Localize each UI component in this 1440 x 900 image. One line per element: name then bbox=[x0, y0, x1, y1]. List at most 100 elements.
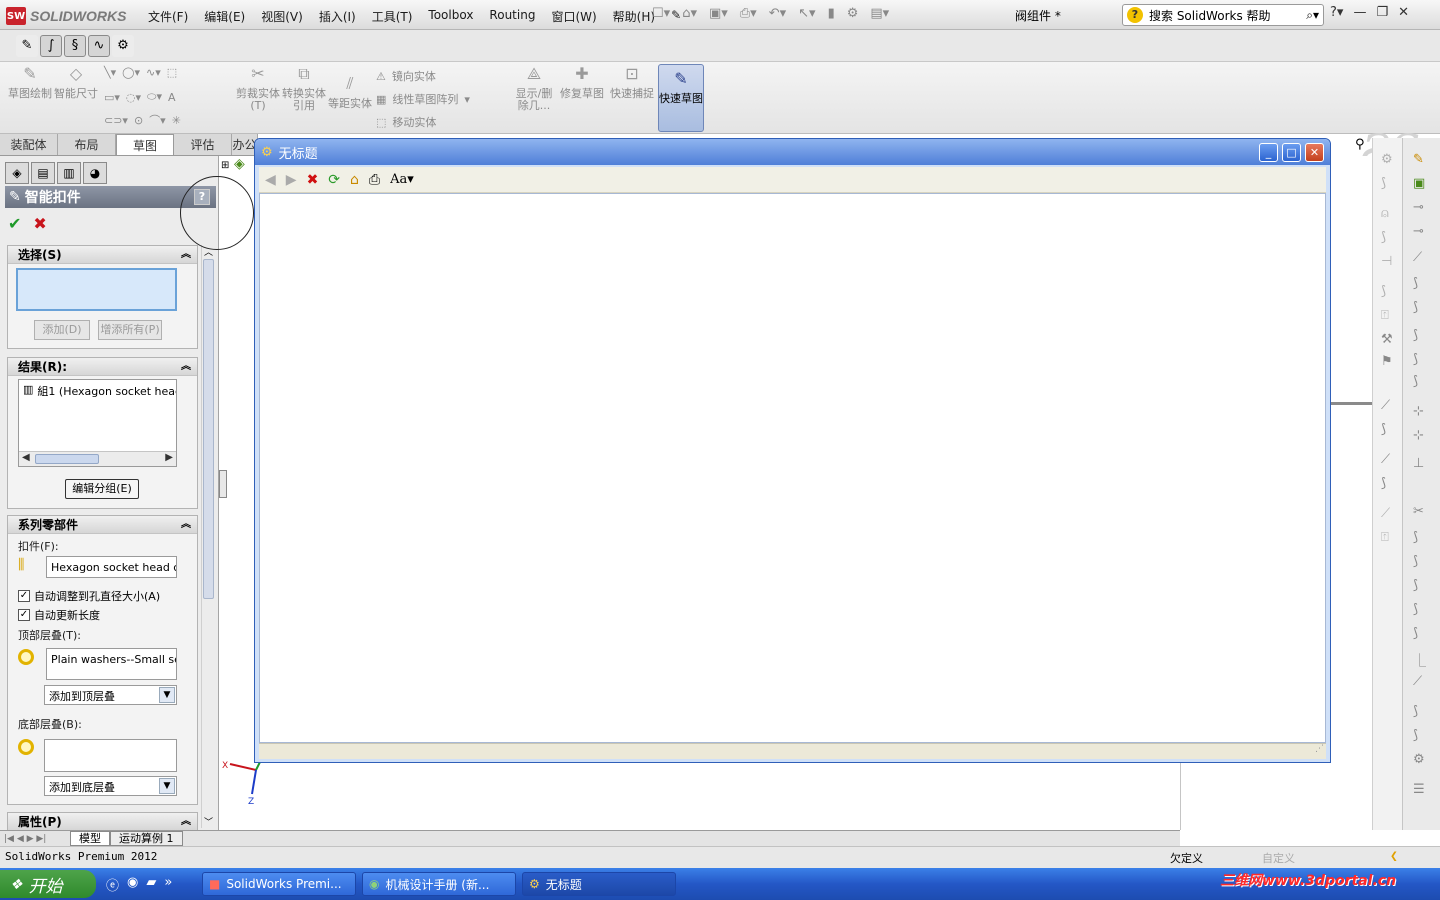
rect-tool[interactable]: ▭▾ ◌▾ ⬭▾ A bbox=[104, 90, 176, 104]
scroll-thumb[interactable] bbox=[203, 259, 214, 599]
panel-scrollbar[interactable]: ︿ ﹀ bbox=[201, 245, 215, 828]
minimize-icon[interactable]: _ bbox=[1259, 143, 1278, 162]
menu-tools[interactable]: 工具(T) bbox=[364, 6, 421, 27]
collapse-icon[interactable]: ︽ bbox=[181, 813, 191, 831]
relation-icon[interactable]: ⍐ bbox=[1381, 530, 1389, 545]
relation-icon[interactable]: ⟆ bbox=[1381, 422, 1386, 437]
solidworks-logo[interactable]: SW SOLIDWORKS bbox=[6, 6, 126, 26]
status-units[interactable]: 自定义 bbox=[1262, 850, 1295, 866]
config-manager-icon[interactable]: ▥ bbox=[57, 162, 81, 184]
relation-icon[interactable]: ⚑ bbox=[1381, 354, 1393, 369]
minimize-icon[interactable]: — bbox=[1353, 5, 1366, 20]
curve-icon[interactable]: ⟆ bbox=[1413, 276, 1418, 291]
tab-evaluate[interactable]: 评估 bbox=[174, 134, 232, 155]
tool-icon[interactable]: ⟆ bbox=[1413, 626, 1418, 641]
relation-icon[interactable]: ⟋ bbox=[1381, 506, 1390, 521]
browser-icon[interactable]: ◉ bbox=[127, 875, 138, 894]
open-icon[interactable]: ⌂▾ bbox=[682, 6, 697, 21]
tool-icon[interactable]: ⎿ bbox=[1413, 650, 1426, 669]
scroll-down-icon[interactable]: ﹀ bbox=[204, 815, 213, 828]
help-icon[interactable]: ?▾ bbox=[1330, 5, 1343, 20]
offset-button[interactable]: ⫽ 等距实体 bbox=[328, 76, 372, 110]
file-props-icon[interactable]: ▤▾ bbox=[870, 6, 889, 21]
spline-icon[interactable]: ⟋ bbox=[1413, 250, 1422, 265]
selection-box[interactable] bbox=[16, 268, 177, 311]
scroll-thumb[interactable] bbox=[35, 454, 99, 464]
tool-icon[interactable]: ⚙ bbox=[1413, 752, 1425, 767]
folder-icon[interactable]: ▰ bbox=[146, 875, 156, 894]
curve-icon[interactable]: ⟆ bbox=[1413, 374, 1418, 389]
rebuild-icon[interactable]: ▮ bbox=[828, 6, 835, 21]
task-untitled[interactable]: ⚙ 无标题 bbox=[522, 872, 676, 896]
sketch-3d-icon[interactable]: ▣ bbox=[1413, 176, 1425, 191]
snap-button[interactable]: ⊡ 快速捕捉 bbox=[610, 66, 654, 100]
start-button[interactable]: ❖ 开始 bbox=[0, 870, 96, 898]
font-size-icon[interactable]: Aa▾ bbox=[390, 172, 414, 187]
tool-icon[interactable]: ⟆ bbox=[1413, 554, 1418, 569]
tool-icon[interactable]: ⟋ bbox=[1413, 674, 1422, 689]
smart-dim-button[interactable]: ◇ 智能尺寸 bbox=[54, 66, 98, 100]
repair-button[interactable]: ✚ 修复草图 bbox=[560, 66, 604, 100]
tool-icon[interactable]: ⟆ bbox=[1413, 728, 1418, 743]
mirror-button[interactable]: ⚠ 镜向实体 bbox=[376, 68, 436, 84]
auto-size-checkbox[interactable]: ✓ 自动调整到孔直径大小(A) bbox=[18, 588, 160, 604]
linear-pattern-button[interactable]: ▦ 线性草图阵列 ▾ bbox=[376, 91, 470, 107]
grip-icon[interactable]: ☰ bbox=[1413, 782, 1425, 797]
sketch-icon[interactable]: ✎ bbox=[1413, 152, 1424, 167]
trim-button[interactable]: ✂ 剪裁实体(T) bbox=[236, 66, 280, 112]
tab-model[interactable]: 模型 bbox=[70, 831, 110, 846]
menu-window[interactable]: 窗口(W) bbox=[543, 6, 604, 27]
options-icon[interactable]: ⚙ bbox=[847, 6, 859, 21]
menu-file[interactable]: 文件(F) bbox=[140, 6, 196, 27]
fastener-icon[interactable]: ⚙ bbox=[112, 35, 134, 57]
horizontal-scrollbar[interactable]: ◀ ▶ bbox=[19, 451, 176, 466]
relation-icon[interactable]: ⟆ bbox=[1381, 476, 1386, 491]
forward-icon[interactable]: ▶ bbox=[286, 172, 297, 188]
menu-toolbox[interactable]: Toolbox bbox=[420, 6, 481, 27]
task-handbook[interactable]: ◉ 机械设计手册 (新... bbox=[362, 872, 516, 896]
search-icon[interactable]: ⌕▾ bbox=[1306, 8, 1319, 23]
help-search[interactable]: ? 搜索 SolidWorks 帮助 ⌕▾ bbox=[1122, 4, 1324, 26]
undo-icon[interactable]: ↶▾ bbox=[769, 6, 786, 21]
close-icon[interactable]: ✕ bbox=[1398, 5, 1409, 20]
relation-icon[interactable]: ⟆ bbox=[1381, 230, 1386, 245]
tab-sketch[interactable]: 草图 bbox=[116, 134, 174, 155]
results-list[interactable]: ▥ 組1 (Hexagon socket head ◀ ▶ bbox=[18, 379, 177, 467]
select-icon[interactable]: ↖▾ bbox=[798, 6, 815, 21]
print-icon[interactable]: ⎙▾ bbox=[740, 6, 757, 21]
spline-icon[interactable]: ∫ bbox=[40, 35, 62, 57]
relation-icon[interactable]: ⟋ bbox=[1381, 452, 1390, 467]
refresh-icon[interactable]: ⟳ bbox=[328, 172, 340, 188]
new-icon[interactable]: ☐▾ bbox=[652, 6, 670, 21]
relation-icon[interactable]: ⍐ bbox=[1381, 308, 1389, 323]
relation-icon[interactable]: ⊣ bbox=[1381, 254, 1392, 269]
add-all-button[interactable]: 增添所有(P) bbox=[98, 320, 162, 340]
line-icon[interactable]: ⊸ bbox=[1413, 200, 1424, 215]
line-icon[interactable]: ⊸ bbox=[1413, 224, 1424, 239]
convert-button[interactable]: ⧉ 转换实体引用 bbox=[282, 66, 326, 112]
feature-tree-icon[interactable]: ◈ bbox=[5, 162, 29, 184]
stop-icon[interactable]: ✖ bbox=[307, 172, 319, 188]
collapse-icon[interactable]: ︽ bbox=[181, 516, 191, 534]
tab-motion-study[interactable]: 运动算例 1 bbox=[110, 831, 183, 846]
tab-assembly[interactable]: 装配体 bbox=[0, 134, 58, 155]
appearance-icon[interactable]: ◕ bbox=[83, 162, 107, 184]
menu-insert[interactable]: 插入(I) bbox=[311, 6, 364, 27]
home-icon[interactable]: ⌂ bbox=[350, 172, 359, 188]
sketch-tool-icon[interactable]: ✎ bbox=[16, 35, 38, 57]
relation-icon[interactable]: ⊥ bbox=[1413, 456, 1424, 471]
add-button[interactable]: 添加(D) bbox=[34, 320, 90, 340]
curve-icon[interactable]: ⟆ bbox=[1413, 352, 1418, 367]
collapse-icon[interactable]: ︽ bbox=[181, 358, 191, 376]
panel-splitter[interactable] bbox=[219, 470, 227, 498]
assembly-icon[interactable]: ◈ bbox=[234, 156, 245, 172]
maximize-icon[interactable]: □ bbox=[1282, 143, 1301, 162]
tool-icon[interactable]: ⟆ bbox=[1413, 704, 1418, 719]
top-stack-field[interactable]: Plain washers--Small serie bbox=[46, 648, 177, 680]
cancel-x-icon[interactable]: ✖ bbox=[33, 214, 46, 233]
menu-routing[interactable]: Routing bbox=[481, 6, 543, 27]
scroll-left-icon[interactable]: ◀ bbox=[22, 452, 30, 463]
fastener-field[interactable]: Hexagon socket head cap bbox=[46, 556, 177, 578]
collapse-icon[interactable]: ︽ bbox=[181, 246, 191, 264]
edit-group-button[interactable]: 编辑分组(E) bbox=[65, 479, 139, 499]
